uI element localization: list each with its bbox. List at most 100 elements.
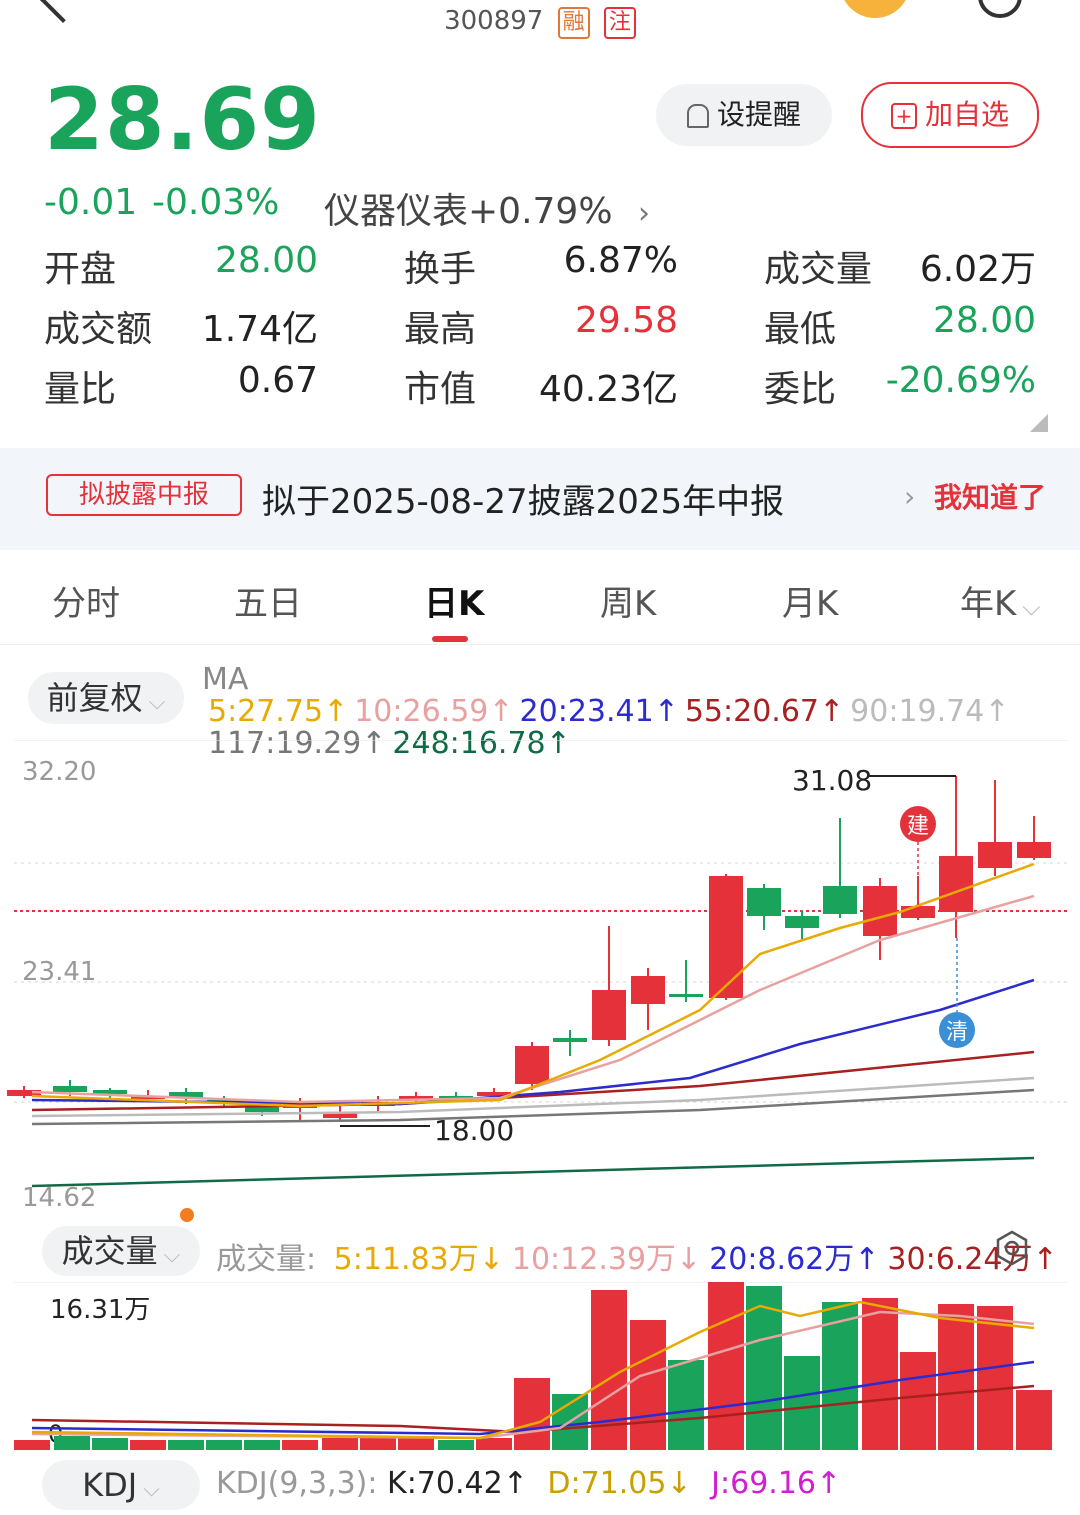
expand-corner-icon[interactable]: [1030, 414, 1048, 432]
volume-bar: [668, 1360, 704, 1450]
stat-value: 28.00: [932, 300, 1036, 341]
clear-marker-label: 清: [946, 1020, 968, 1045]
volume-bar: [54, 1436, 90, 1450]
volume-bar: [244, 1440, 280, 1450]
candle-body: [863, 886, 897, 936]
active-tab-indicator: [432, 636, 468, 642]
stock-code-line: 300897 融 注: [0, 6, 1080, 39]
ma-value: 55:20.67↑: [684, 694, 845, 729]
price-change-pct: -0.03%: [152, 182, 280, 223]
dismiss-banner-button[interactable]: 我知道了: [934, 476, 1046, 516]
ma-value: 5:27.75↑: [208, 694, 349, 729]
volume-chart[interactable]: 16.31万 0: [0, 1282, 1080, 1454]
axis-mid-label: 23.41: [22, 957, 96, 987]
kdj-j: J:69.16↑: [711, 1466, 842, 1501]
volume-bar: [14, 1440, 50, 1450]
candle-body: [669, 994, 703, 997]
volume-bar: [900, 1352, 936, 1450]
volume-selector[interactable]: 成交量 ⌵: [42, 1226, 200, 1276]
kdj-params: KDJ(9,3,3):: [216, 1466, 378, 1501]
candle-body: [1017, 842, 1051, 858]
kdj-d: D:71.05↓: [547, 1466, 692, 1501]
volume-selector-label: 成交量: [61, 1232, 158, 1270]
volume-bar: [206, 1440, 242, 1450]
notification-dot: [180, 1208, 194, 1222]
stat-label: 开盘: [44, 249, 117, 290]
stat-value: 6.02万: [919, 249, 1036, 290]
stat-label: 委比: [764, 369, 837, 410]
volume-ma-value: 5:11.83万↓: [333, 1242, 504, 1277]
tab-five-day[interactable]: 五日: [234, 576, 302, 625]
stats-row: 量比 0.67 市值 40.23亿 委比 -20.69%: [0, 360, 1080, 420]
indicator-selector-label: KDJ: [82, 1466, 138, 1504]
stats-row: 成交额 1.74亿 最高 29.58 最低 28.00: [0, 300, 1080, 360]
stat-value: 1.74亿: [201, 309, 318, 350]
tab-weekly-k[interactable]: 周K: [600, 576, 656, 625]
add-watchlist-button[interactable]: + 加自选: [861, 82, 1039, 148]
stat-value: 0.67: [237, 360, 318, 401]
volume-ma-value: 20:8.62万↑: [709, 1242, 880, 1277]
volume-bar: [322, 1438, 358, 1450]
high-label: 31.08: [792, 764, 872, 797]
tab-daily-k[interactable]: 日K: [424, 576, 484, 625]
volume-axis-top-label: 16.31万: [50, 1295, 150, 1325]
chevron-down-icon: ⌵: [143, 1477, 160, 1502]
volume-ma-legend: 成交量: 5:11.83万↓ 10:12.39万↓ 20:8.62万↑ 30:6.24…: [216, 1234, 1058, 1278]
stat-label: 市值: [404, 369, 477, 410]
stat-label: 成交量: [764, 249, 873, 290]
adjust-selector[interactable]: 前复权 ⌵: [28, 672, 184, 724]
settings-icon[interactable]: [994, 1230, 1030, 1266]
indicator-selector[interactable]: KDJ ⌵: [42, 1460, 200, 1510]
candle-body: [978, 842, 1012, 868]
ma-value: 20:23.41↑: [519, 694, 679, 729]
volume-bar: [130, 1440, 166, 1450]
candle-body: [631, 976, 665, 1004]
axis-top-label: 32.20: [22, 757, 96, 787]
volume-bar: [708, 1282, 744, 1450]
build-marker-label: 建: [907, 814, 929, 839]
stat-value: 28.00: [214, 240, 318, 281]
stat-value: 29.58: [574, 300, 678, 341]
volume-prefix: 成交量:: [216, 1242, 317, 1277]
disclosure-text: 拟于2025-08-27披露2025年中报: [262, 482, 785, 522]
volume-bar: [360, 1438, 396, 1450]
candle-body: [901, 906, 935, 918]
volume-ma-value: 10:12.39万↓: [511, 1242, 702, 1277]
sector-change: 仪器仪表+0.79%: [324, 191, 613, 232]
stat-value: 6.87%: [563, 240, 678, 281]
volume-bar: [630, 1320, 666, 1450]
volume-ma-value: 30:6.24万↑: [887, 1242, 1058, 1277]
tab-monthly-k[interactable]: 月K: [782, 576, 838, 625]
stat-label: 量比: [44, 369, 117, 410]
stock-code: 300897: [444, 6, 544, 36]
candle-body: [553, 1038, 587, 1042]
sector-link[interactable]: 仪器仪表+0.79% ›: [324, 182, 650, 234]
candle-body: [939, 856, 973, 912]
volume-bar: [977, 1306, 1013, 1450]
candlestick-chart[interactable]: 32.20 23.41 14.62 31.08 18.00 建 清: [0, 740, 1080, 1210]
candle-body: [785, 916, 819, 928]
tab-intraday[interactable]: 分时: [52, 576, 120, 625]
plus-icon: +: [890, 103, 917, 129]
low-label: 18.00: [434, 1114, 514, 1147]
add-watchlist-label: 加自选: [924, 98, 1009, 131]
candle-body: [709, 876, 743, 998]
stat-value: -20.69%: [885, 360, 1036, 401]
set-reminder-button[interactable]: 设提醒: [656, 84, 832, 146]
ma-prefix: MA: [202, 662, 249, 697]
tab-yearly-k-label: 年K: [960, 584, 1017, 624]
candle-body: [592, 990, 626, 1040]
volume-bar: [438, 1440, 474, 1450]
focus-tag: 注: [603, 7, 636, 39]
stat-label: 最高: [404, 309, 477, 350]
divider: [0, 644, 1080, 645]
chevron-down-icon: ⌵: [148, 690, 166, 715]
volume-bar: [476, 1438, 512, 1450]
ma-line: [31, 1156, 1035, 1188]
candles: [7, 776, 1051, 1122]
volume-bar: [92, 1438, 128, 1450]
volume-bar: [784, 1356, 820, 1450]
tab-yearly-k[interactable]: 年K ⌵: [960, 576, 1041, 625]
chevron-down-icon: ⌵: [1022, 593, 1041, 621]
ma-value: 10:26.59↑: [354, 694, 514, 729]
